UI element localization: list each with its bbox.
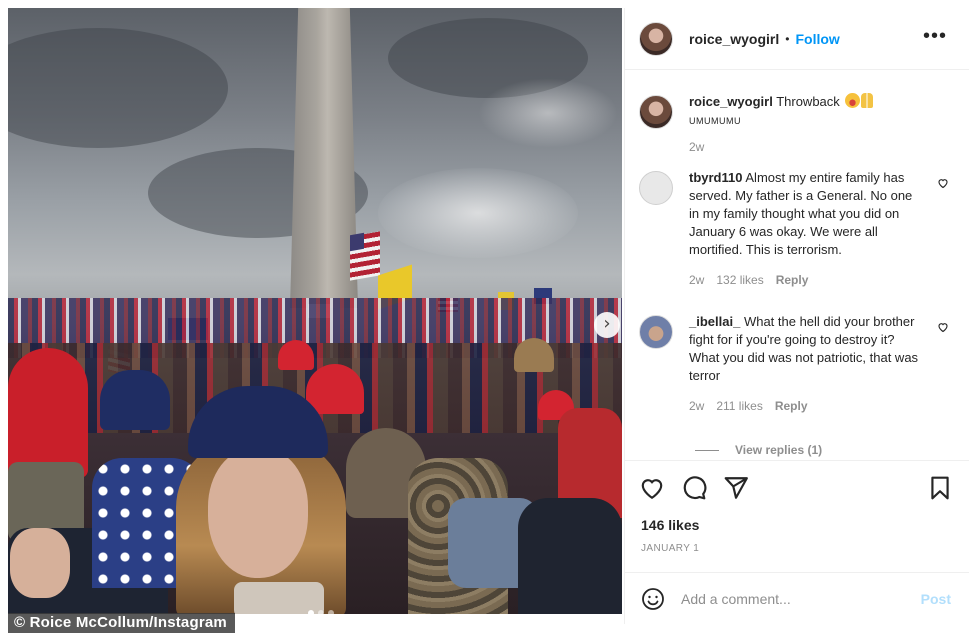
carousel-dot bbox=[318, 610, 324, 614]
comment-input[interactable]: Add a comment... bbox=[681, 591, 791, 607]
bookmark-icon[interactable] bbox=[927, 475, 953, 501]
person-navy-cap bbox=[100, 370, 170, 430]
sky-light bbox=[478, 78, 618, 148]
next-image-button[interactable]: › bbox=[594, 312, 620, 338]
caption-username[interactable]: roice_wyogirl bbox=[689, 94, 773, 109]
commenter-avatar[interactable] bbox=[639, 171, 673, 205]
sky-light bbox=[378, 168, 578, 258]
woman-face bbox=[208, 448, 308, 578]
action-bar: 146 likes JANUARY 1 bbox=[625, 460, 969, 576]
post-side-panel: roice_wyogirl • Follow ••• roice_wyogirl… bbox=[624, 8, 969, 624]
person-beanie bbox=[514, 338, 554, 372]
comment-like-heart-icon[interactable] bbox=[937, 177, 949, 189]
author-avatar[interactable] bbox=[639, 21, 673, 56]
person-red-cap bbox=[278, 340, 314, 370]
carousel-dot bbox=[328, 610, 334, 614]
likes-count[interactable]: 146 likes bbox=[641, 517, 699, 533]
reply-button[interactable]: Reply bbox=[776, 271, 809, 289]
heart-icon[interactable] bbox=[639, 475, 665, 501]
comment-likes[interactable]: 132 likes bbox=[716, 271, 763, 289]
comment: _ibellai_ What the hell did your brother… bbox=[639, 313, 957, 415]
reply-button[interactable]: Reply bbox=[775, 397, 808, 415]
comment-username[interactable]: _ibellai_ bbox=[689, 314, 740, 329]
cloud bbox=[8, 28, 228, 148]
photo-credit: © Roice McCollum/Instagram bbox=[8, 613, 235, 633]
comment-likes[interactable]: 211 likes bbox=[716, 397, 762, 415]
follow-button[interactable]: Follow bbox=[795, 31, 839, 47]
add-comment-bar: Add a comment... Post bbox=[625, 572, 969, 624]
author-username[interactable]: roice_wyogirl bbox=[689, 31, 779, 47]
comments-list: roice_wyogirl Throwback UMUMUMU 2w tbyrd… bbox=[625, 71, 969, 461]
view-replies-button[interactable]: View replies (1) bbox=[695, 443, 822, 457]
raised-hands-emoji-icon bbox=[861, 93, 874, 108]
caption: roice_wyogirl Throwback UMUMUMU 2w bbox=[639, 93, 957, 156]
view-replies-label: View replies (1) bbox=[735, 443, 823, 457]
divider-line bbox=[695, 449, 719, 451]
post-button[interactable]: Post bbox=[921, 591, 951, 607]
washington-monument bbox=[290, 8, 358, 308]
commenter-avatar[interactable] bbox=[639, 315, 673, 349]
carousel-dot bbox=[308, 610, 314, 614]
post-header: roice_wyogirl • Follow ••• bbox=[625, 8, 969, 70]
carousel-indicator bbox=[308, 610, 334, 614]
comment-like-heart-icon[interactable] bbox=[937, 321, 949, 333]
comment-time[interactable]: 2w bbox=[689, 397, 704, 415]
person-face bbox=[10, 528, 70, 598]
caption-tail: UMUMUMU bbox=[689, 116, 741, 126]
comment-time[interactable]: 2w bbox=[689, 271, 704, 289]
separator-dot: • bbox=[785, 31, 790, 46]
person-red-cap bbox=[306, 364, 364, 414]
more-options-icon[interactable]: ••• bbox=[923, 26, 947, 46]
tongue-emoji-icon bbox=[845, 93, 861, 108]
send-icon[interactable] bbox=[723, 475, 749, 501]
person-dark bbox=[518, 498, 622, 614]
comment-icon[interactable] bbox=[681, 475, 707, 501]
post-date: JANUARY 1 bbox=[641, 543, 700, 554]
comment-username[interactable]: tbyrd110 bbox=[689, 170, 742, 185]
person-red-hat bbox=[8, 348, 88, 478]
flag bbox=[350, 232, 364, 252]
post-photo[interactable]: › bbox=[8, 8, 622, 614]
comment: tbyrd110 Almost my entire family has ser… bbox=[639, 169, 957, 289]
smile-icon[interactable] bbox=[641, 587, 665, 611]
author-avatar[interactable] bbox=[639, 95, 673, 129]
caption-time[interactable]: 2w bbox=[689, 138, 704, 156]
caption-text: Throwback bbox=[776, 94, 840, 109]
